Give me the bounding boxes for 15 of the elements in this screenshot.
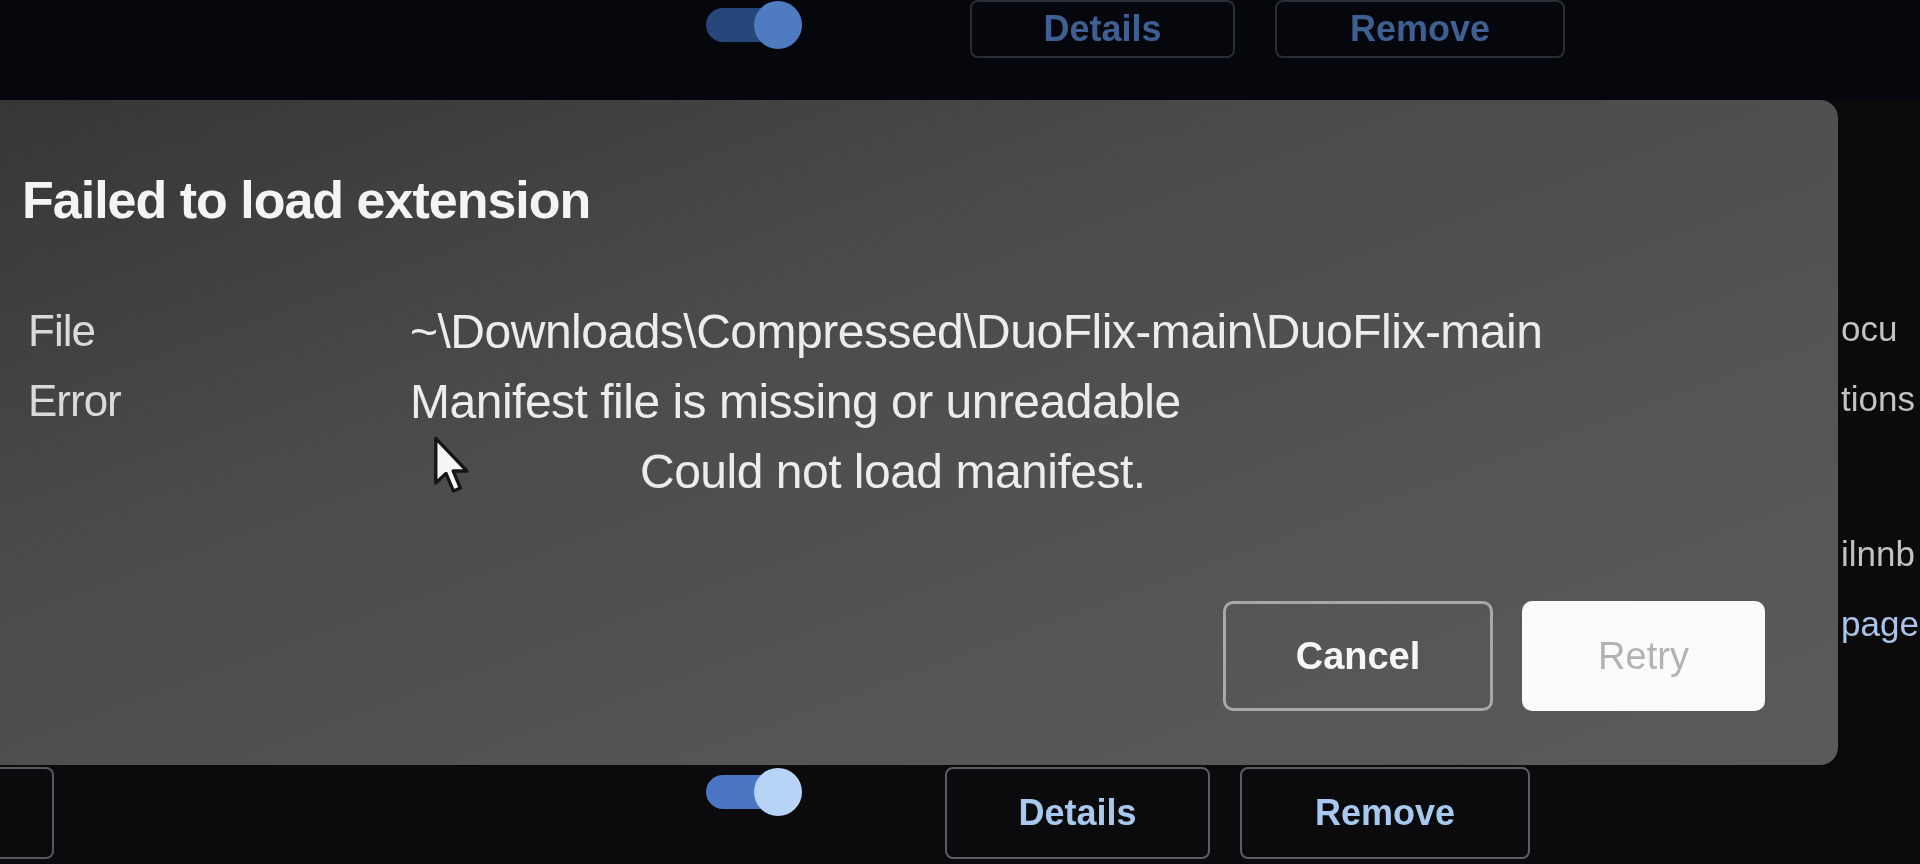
field-value: ~\Downloads\Compressed\DuoFlix-main\DuoFlix-main	[410, 303, 1543, 359]
field-value: Manifest file is missing or unreadable	[410, 373, 1181, 429]
page-text: ilnnb	[1841, 533, 1915, 575]
page-text: tions	[1841, 378, 1915, 420]
error-detail: Could not load manifest.	[640, 443, 1146, 499]
page-text: ocu	[1841, 308, 1898, 350]
mouse-pointer-icon	[434, 436, 470, 494]
button-edge[interactable]	[0, 767, 54, 859]
cancel-button[interactable]: Cancel	[1223, 601, 1493, 711]
field-label: File	[28, 306, 95, 356]
field-label: Error	[28, 376, 121, 426]
details-button[interactable]: Details	[945, 767, 1210, 859]
link-text[interactable]: page	[1841, 603, 1919, 645]
remove-button[interactable]: Remove	[1240, 767, 1530, 859]
dialog-title: Failed to load extension	[22, 170, 591, 230]
